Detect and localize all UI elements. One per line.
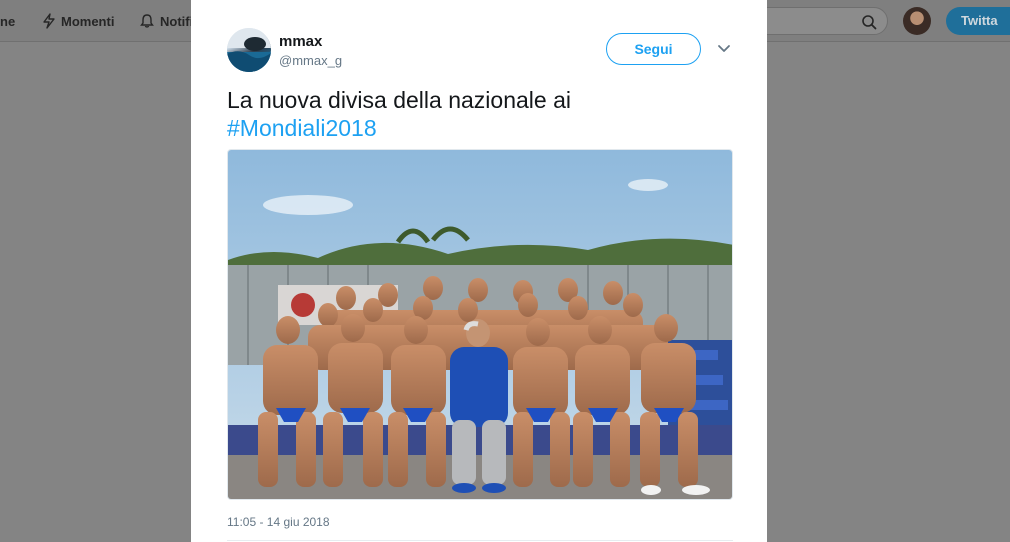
hashtag-link[interactable]: #Mondiali2018 (227, 115, 377, 141)
tweet-body: La nuova divisa della nazionale ai (227, 87, 571, 113)
search-icon[interactable] (861, 14, 877, 30)
author-handle[interactable]: @mmax_g (279, 53, 342, 68)
chevron-down-icon[interactable] (717, 44, 731, 54)
avatar-image (227, 28, 271, 72)
tweet-button[interactable]: Twitta (946, 7, 1010, 35)
nav-home-label: ne (0, 13, 16, 29)
nav-moments-label: Momenti (61, 13, 115, 29)
divider (227, 540, 733, 541)
author-avatar[interactable] (227, 28, 271, 72)
user-avatar[interactable] (903, 7, 931, 35)
follow-button[interactable]: Segui (606, 33, 701, 65)
author-name[interactable]: mmax (279, 33, 322, 50)
tweet-photo[interactable] (227, 149, 733, 500)
bell-icon (140, 14, 154, 28)
tweet-timestamp[interactable]: 11:05 - 14 giu 2018 (227, 515, 330, 529)
team-photo-image (228, 150, 732, 499)
nav-notifications[interactable]: Notifi (139, 11, 193, 31)
tweet-modal: mmax @mmax_g Segui La nuova divisa della… (191, 0, 767, 542)
nav-notifications-label: Notifi (160, 13, 194, 29)
tweet-text: La nuova divisa della nazionale ai #Mond… (227, 86, 737, 142)
nav-moments[interactable]: Momenti (42, 11, 114, 31)
tweet-button-label: Twitta (961, 13, 998, 28)
lightning-icon (43, 13, 55, 29)
nav-home[interactable]: ne (0, 11, 15, 31)
